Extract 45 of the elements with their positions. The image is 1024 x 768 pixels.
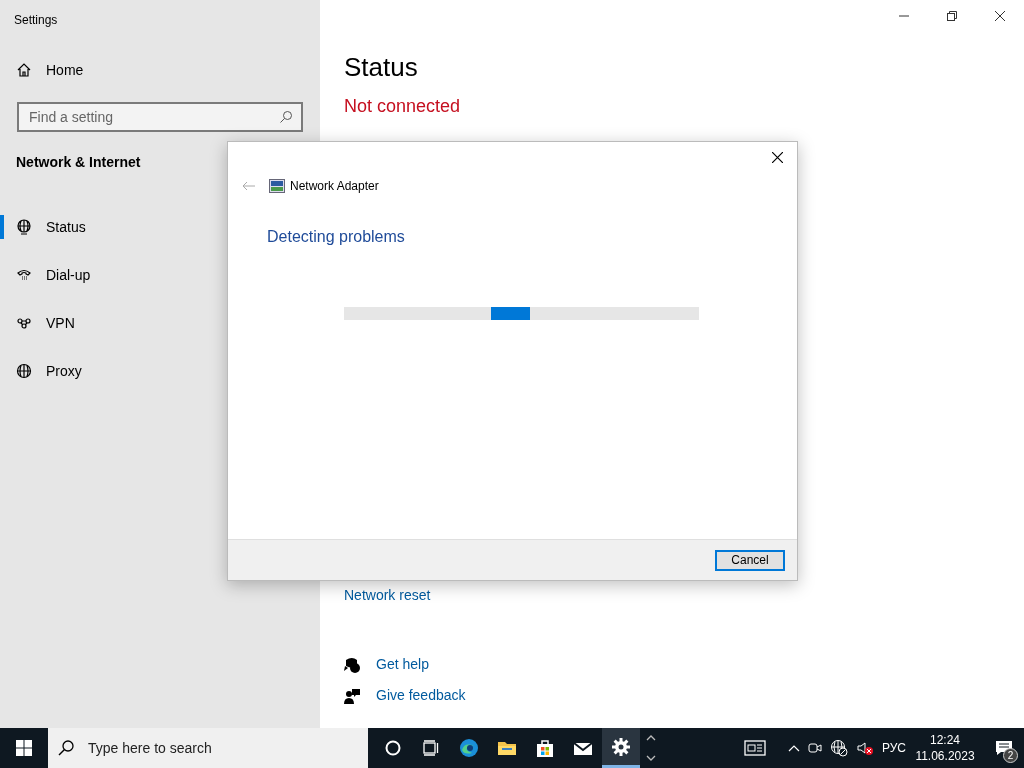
nav-item[interactable]: Dial-up [0, 251, 320, 299]
person-feedback-icon [344, 687, 360, 704]
search-field[interactable]: Find a setting [27, 104, 279, 130]
window-title: Settings [13, 12, 58, 29]
phone-icon [16, 267, 32, 283]
close-icon[interactable] [772, 152, 783, 163]
task-view-icon [421, 738, 441, 758]
camera-icon[interactable] [807, 740, 822, 756]
home-item[interactable]: Home [0, 46, 320, 94]
search-icon [58, 740, 74, 756]
edge-browser-icon [459, 738, 479, 758]
cancel-button[interactable]: Cancel [715, 549, 785, 571]
vpn-icon [16, 315, 32, 331]
circle-icon [383, 738, 403, 758]
windows-start-icon[interactable] [16, 740, 32, 756]
clock[interactable]: 12:24 11.06.2023 [914, 731, 976, 765]
globe-blocked-icon[interactable] [829, 739, 848, 757]
search-box[interactable]: Find a setting [17, 102, 303, 132]
nav-item[interactable]: Proxy [0, 347, 320, 395]
news-icon[interactable] [743, 740, 766, 756]
notifications-button[interactable]: 2 [984, 728, 1024, 768]
home-icon [16, 62, 32, 78]
status-text: Not connected [344, 95, 461, 119]
nav-item[interactable]: VPN [0, 299, 320, 347]
network-adapter-icon [269, 179, 285, 193]
taskbar-app[interactable] [602, 728, 640, 768]
gear-icon [611, 736, 631, 757]
chevron-up-icon[interactable] [787, 744, 800, 752]
dialog-heading: Detecting problems [267, 227, 405, 247]
page-title: Status [344, 52, 418, 84]
close-button[interactable] [995, 11, 1005, 21]
language-indicator[interactable]: РУС [881, 739, 906, 757]
globe-icon [16, 363, 32, 379]
scroll-arrows-icon[interactable] [646, 733, 656, 763]
network-reset-link[interactable]: Network reset [344, 587, 431, 604]
search-icon [279, 110, 293, 124]
dialog-title: Network Adapter [290, 178, 379, 195]
store-bag-icon [535, 738, 555, 758]
globe-monitor-icon [16, 219, 32, 235]
feedback-link[interactable]: Give feedback [376, 685, 466, 707]
restore-button[interactable] [947, 11, 957, 21]
notification-count: 2 [1003, 748, 1018, 763]
speaker-muted-icon[interactable] [855, 740, 874, 756]
section-heading: Network & Internet [15, 153, 141, 172]
get-help-link[interactable]: Get help [376, 654, 429, 676]
